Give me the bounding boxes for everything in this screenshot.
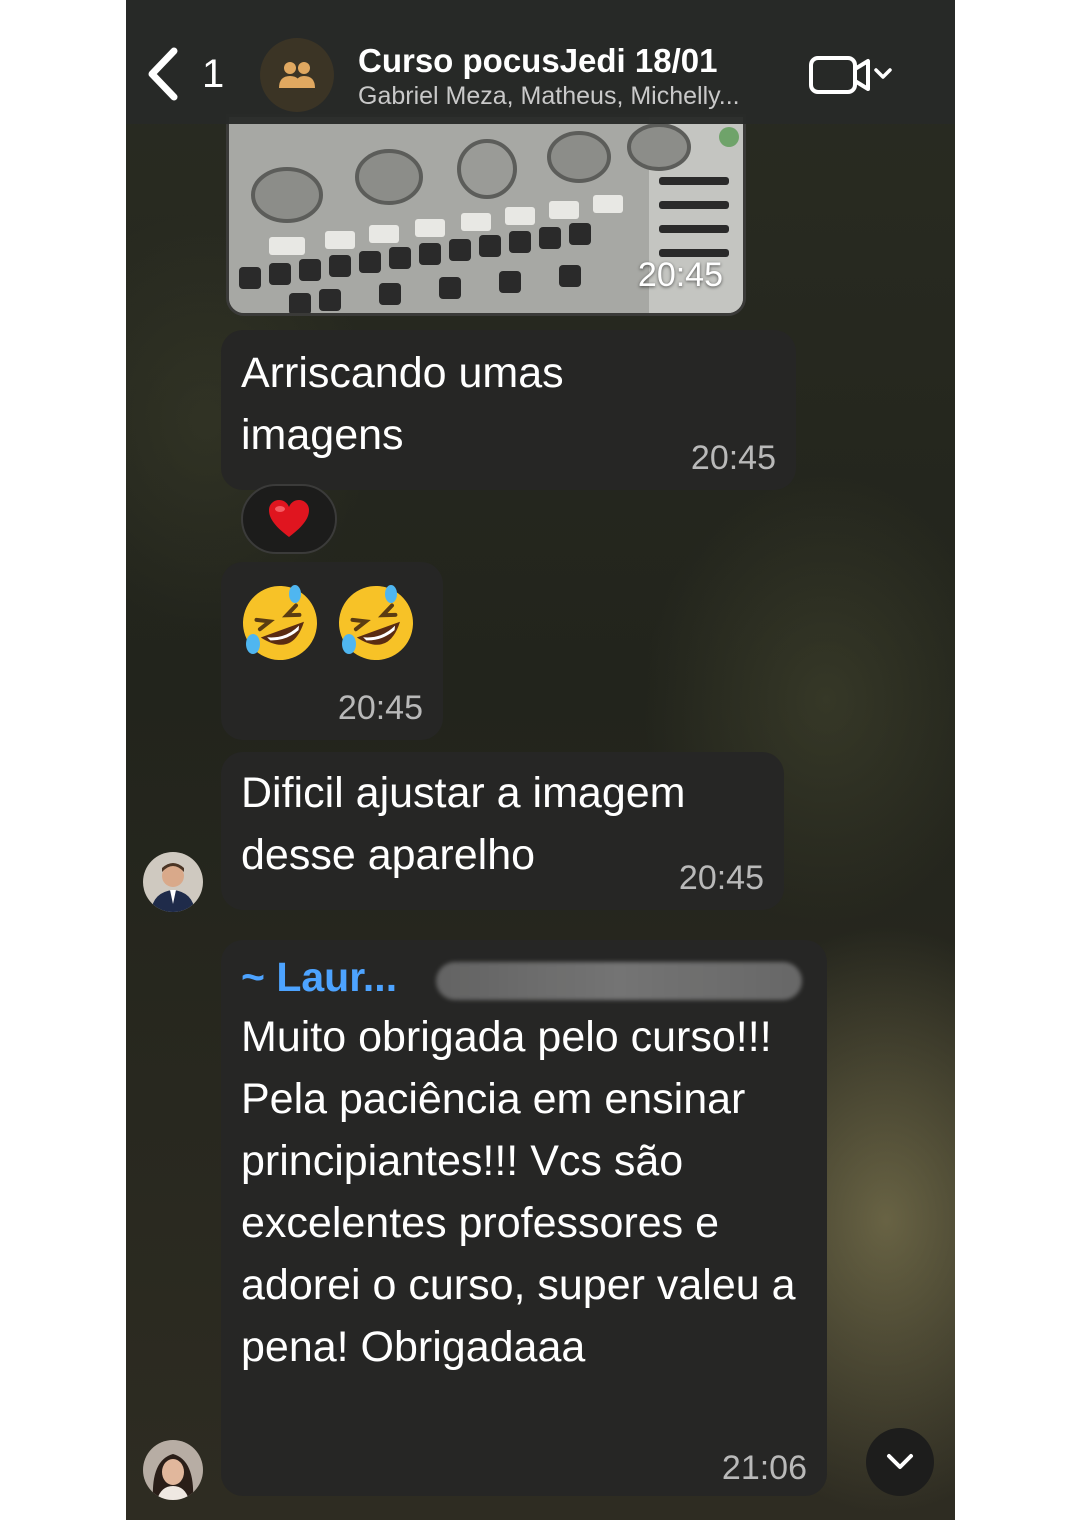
redacted-phone-number	[436, 962, 802, 1000]
chevron-left-icon	[148, 47, 178, 101]
chevron-down-icon	[874, 68, 892, 79]
chat-info[interactable]: Curso pocusJedi 18/01 Gabriel Meza, Math…	[358, 42, 798, 111]
message-text: Muito obrigada pelo curso!!! Pela paciên…	[241, 1013, 796, 1371]
message-time: 21:06	[721, 1449, 807, 1487]
emoji-row	[239, 582, 417, 664]
back-button[interactable]: 1	[144, 44, 234, 104]
message-text: Arriscando umas imagens	[241, 349, 564, 459]
user-photo-icon	[143, 1440, 203, 1500]
chat-title: Curso pocusJedi 18/01	[358, 42, 718, 79]
video-call-button[interactable]	[808, 52, 898, 98]
message-bubble[interactable]: 20:45	[221, 562, 443, 740]
reaction-badge[interactable]	[241, 484, 337, 554]
message-time: 20:45	[337, 689, 423, 727]
chat-participants: Gabriel Meza, Matheus, Michelly...	[358, 82, 740, 110]
image-time: 20:45	[637, 256, 723, 294]
user-photo-icon	[143, 852, 203, 912]
scroll-down-button[interactable]	[866, 1428, 934, 1496]
message-bubble[interactable]: Dificil ajustar a imagem desse aparelho …	[221, 752, 784, 910]
message-time: 20:45	[690, 439, 776, 477]
message-bubble[interactable]: ~ Laur... Muito obrigada pelo curso!!! P…	[221, 940, 827, 1496]
rolling-laughing-emoji-icon	[339, 585, 413, 660]
chat-screen: 20:45 1 Curso pocusJedi 18/01 Gabriel Me…	[126, 0, 955, 1520]
group-icon	[279, 62, 315, 88]
unread-count: 1	[202, 51, 225, 96]
image-message[interactable]: 20:45	[226, 114, 746, 316]
chat-header: 1 Curso pocusJedi 18/01 Gabriel Meza, Ma…	[126, 0, 955, 124]
avatar[interactable]	[143, 1440, 203, 1500]
message-bubble[interactable]: Arriscando umas imagens 20:45	[221, 330, 796, 490]
rolling-laughing-emoji-icon	[243, 585, 317, 660]
group-avatar[interactable]	[260, 38, 334, 112]
heart-icon	[269, 500, 309, 537]
video-call-icon	[809, 56, 892, 94]
message-time: 20:45	[678, 859, 764, 897]
avatar[interactable]	[143, 852, 203, 912]
chevron-down-icon	[887, 1454, 913, 1469]
